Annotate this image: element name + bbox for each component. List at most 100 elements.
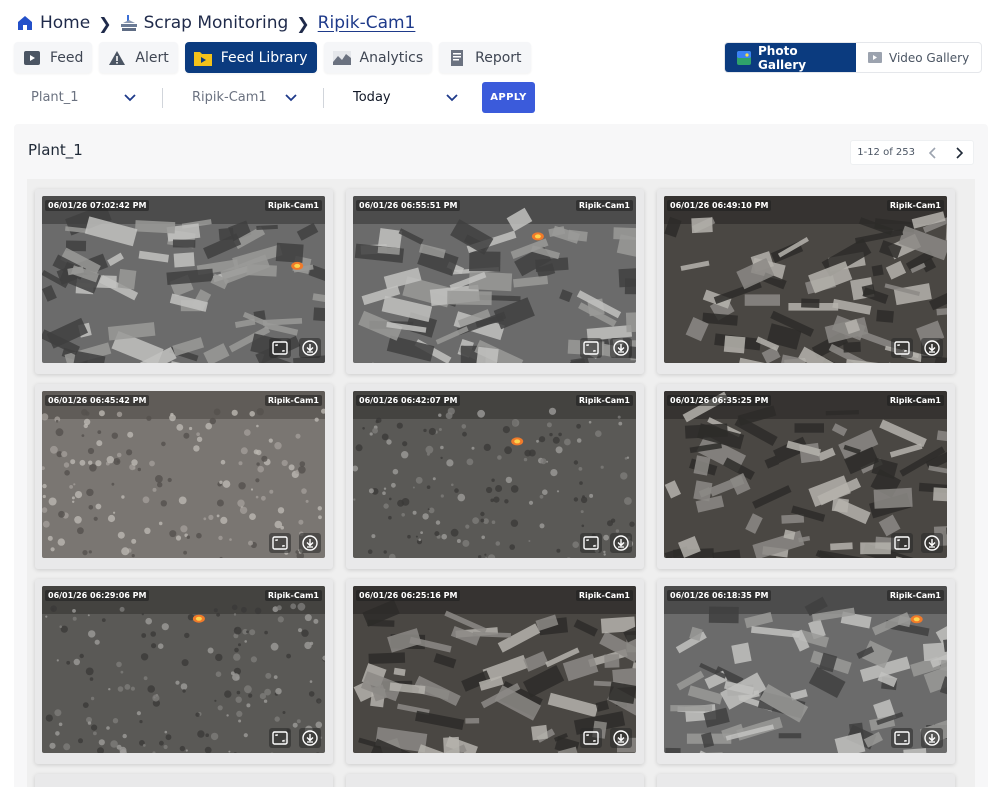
download-icon[interactable] xyxy=(610,728,632,748)
gallery-card[interactable]: 06/01/26 06:45:42 PM Ripik-Cam1 xyxy=(35,384,333,569)
expand-icon[interactable] xyxy=(580,533,602,553)
chart-icon xyxy=(332,49,352,67)
tab-report[interactable]: Report xyxy=(439,42,531,73)
snapshot-image[interactable]: 06/01/26 06:49:10 PM Ripik-Cam1 xyxy=(664,196,947,363)
nav-tabs: Feed Alert Feed Library Analytics Report xyxy=(14,42,531,73)
snapshot-camera: Ripik-Cam1 xyxy=(886,200,944,211)
tab-feed[interactable]: Feed xyxy=(14,42,93,73)
snapshot-image[interactable]: 06/01/26 06:55:51 PM Ripik-Cam1 xyxy=(353,196,636,363)
photo-gallery-button[interactable]: Photo Gallery xyxy=(725,43,856,72)
snapshot-timestamp: 06/01/26 06:49:10 PM xyxy=(667,200,772,211)
gallery-toggle: Photo Gallery Video Gallery xyxy=(724,42,983,73)
video-gallery-button[interactable]: Video Gallery xyxy=(856,43,981,72)
gallery-panel: Plant_1 1-12 of 253 06/01/26 07:02:42 PM… xyxy=(14,124,988,787)
breadcrumb-section[interactable]: Scrap Monitoring xyxy=(120,13,288,33)
tab-feed-library[interactable]: Feed Library xyxy=(184,42,317,73)
gallery-card[interactable]: 06/01/26 06:35:25 PM Ripik-Cam1 xyxy=(657,384,955,569)
camera-select-value: Ripik-Cam1 xyxy=(192,90,267,105)
snapshot-image[interactable]: 06/01/26 06:35:25 PM Ripik-Cam1 xyxy=(664,391,947,558)
expand-icon[interactable] xyxy=(580,338,602,358)
pagination: 1-12 of 253 xyxy=(850,140,974,165)
snapshot-timestamp: 06/01/26 06:29:06 PM xyxy=(45,590,150,601)
expand-icon[interactable] xyxy=(891,338,913,358)
pagination-range: 1-12 of 253 xyxy=(857,147,915,158)
snapshot-timestamp: 06/01/26 07:02:42 PM xyxy=(45,200,150,211)
apply-button[interactable]: APPLY xyxy=(482,82,535,113)
chevron-left-icon[interactable] xyxy=(925,145,941,161)
snapshot-timestamp: 06/01/26 06:35:25 PM xyxy=(667,395,772,406)
snapshot-image[interactable]: 06/01/26 06:45:42 PM Ripik-Cam1 xyxy=(42,391,325,558)
snapshot-camera: Ripik-Cam1 xyxy=(264,200,322,211)
plant-select[interactable]: Plant_1 xyxy=(14,82,150,113)
gallery-card[interactable] xyxy=(657,774,955,787)
download-icon[interactable] xyxy=(299,338,321,358)
factory-icon xyxy=(120,14,138,32)
snapshot-camera: Ripik-Cam1 xyxy=(264,590,322,601)
date-range-select[interactable]: Today xyxy=(336,82,472,113)
tab-analytics[interactable]: Analytics xyxy=(323,42,433,73)
snapshot-image[interactable]: 06/01/26 07:02:42 PM Ripik-Cam1 xyxy=(42,196,325,363)
snapshot-image[interactable]: 06/01/26 06:42:07 PM Ripik-Cam1 xyxy=(353,391,636,558)
video-feed-icon xyxy=(22,49,42,67)
gallery-card[interactable] xyxy=(346,774,644,787)
divider xyxy=(323,87,324,108)
expand-icon[interactable] xyxy=(891,728,913,748)
plant-select-value: Plant_1 xyxy=(31,90,79,105)
date-range-value: Today xyxy=(353,90,391,105)
expand-icon[interactable] xyxy=(269,338,291,358)
snapshot-timestamp: 06/01/26 06:45:42 PM xyxy=(45,395,150,406)
breadcrumb-home[interactable]: Home xyxy=(16,13,90,33)
gallery-card[interactable]: 06/01/26 06:25:16 PM Ripik-Cam1 xyxy=(346,579,644,764)
divider xyxy=(162,87,163,108)
snapshot-camera: Ripik-Cam1 xyxy=(575,200,633,211)
gallery-card[interactable]: 06/01/26 06:18:35 PM Ripik-Cam1 xyxy=(657,579,955,764)
snapshot-timestamp: 06/01/26 06:18:35 PM xyxy=(667,590,772,601)
folder-play-icon xyxy=(193,49,213,67)
gallery-card[interactable]: 06/01/26 06:29:06 PM Ripik-Cam1 xyxy=(35,579,333,764)
chevron-down-icon xyxy=(446,93,458,102)
download-icon[interactable] xyxy=(299,533,321,553)
photo-icon xyxy=(737,50,751,65)
snapshot-timestamp: 06/01/26 06:42:07 PM xyxy=(356,395,461,406)
breadcrumb-current[interactable]: Ripik-Cam1 xyxy=(318,13,416,33)
chevron-right-icon: ❯ xyxy=(98,13,112,33)
snapshot-timestamp: 06/01/26 06:25:16 PM xyxy=(356,590,461,601)
filter-bar: Plant_1 Ripik-Cam1 Today APPLY xyxy=(14,82,535,113)
snapshot-image[interactable]: 06/01/26 06:29:06 PM Ripik-Cam1 xyxy=(42,586,325,753)
warning-icon xyxy=(107,49,127,67)
tab-alert-label: Alert xyxy=(135,49,169,66)
download-icon[interactable] xyxy=(610,533,632,553)
video-icon xyxy=(868,51,882,65)
download-icon[interactable] xyxy=(921,533,943,553)
breadcrumb: Home ❯ Scrap Monitoring ❯ Ripik-Cam1 xyxy=(16,11,415,35)
download-icon[interactable] xyxy=(610,338,632,358)
home-icon xyxy=(16,14,34,32)
download-icon[interactable] xyxy=(921,338,943,358)
chevron-down-icon xyxy=(285,93,297,102)
gallery-card[interactable]: 06/01/26 06:55:51 PM Ripik-Cam1 xyxy=(346,189,644,374)
snapshot-camera: Ripik-Cam1 xyxy=(575,395,633,406)
download-icon[interactable] xyxy=(299,728,321,748)
tab-report-label: Report xyxy=(475,49,522,66)
download-icon[interactable] xyxy=(921,728,943,748)
expand-icon[interactable] xyxy=(269,533,291,553)
video-gallery-label: Video Gallery xyxy=(889,50,970,65)
expand-icon[interactable] xyxy=(891,533,913,553)
expand-icon[interactable] xyxy=(269,728,291,748)
gallery-card[interactable]: 06/01/26 06:42:07 PM Ripik-Cam1 xyxy=(346,384,644,569)
snapshot-image[interactable]: 06/01/26 06:18:35 PM Ripik-Cam1 xyxy=(664,586,947,753)
chevron-right-icon[interactable] xyxy=(951,145,967,161)
chevron-down-icon xyxy=(124,93,136,102)
expand-icon[interactable] xyxy=(580,728,602,748)
gallery-card[interactable] xyxy=(35,774,333,787)
chevron-right-icon: ❯ xyxy=(296,13,310,33)
tab-alert[interactable]: Alert xyxy=(99,42,178,73)
snapshot-image[interactable]: 06/01/26 06:25:16 PM Ripik-Cam1 xyxy=(353,586,636,753)
snapshot-timestamp: 06/01/26 06:55:51 PM xyxy=(356,200,461,211)
tab-feed-library-label: Feed Library xyxy=(220,49,308,66)
gallery-card[interactable]: 06/01/26 07:02:42 PM Ripik-Cam1 xyxy=(35,189,333,374)
tab-analytics-label: Analytics xyxy=(359,49,424,66)
camera-select[interactable]: Ripik-Cam1 xyxy=(175,82,311,113)
gallery-card[interactable]: 06/01/26 06:49:10 PM Ripik-Cam1 xyxy=(657,189,955,374)
photo-gallery-label: Photo Gallery xyxy=(758,43,807,72)
